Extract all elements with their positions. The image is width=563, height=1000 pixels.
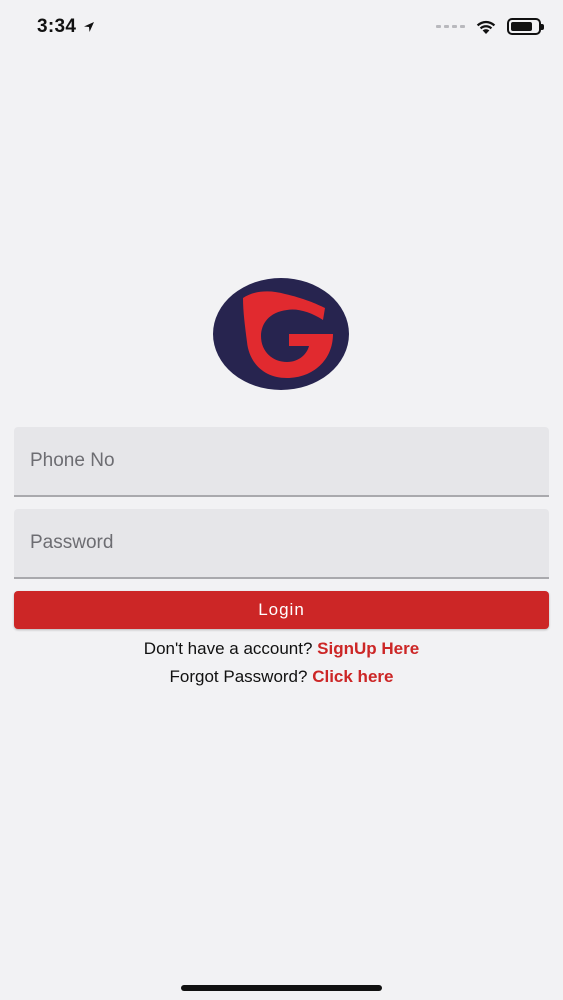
password-input[interactable] xyxy=(14,509,549,577)
home-indicator[interactable] xyxy=(181,985,382,991)
status-bar: 3:34 xyxy=(0,0,563,56)
cellular-signal-icon xyxy=(436,25,465,28)
location-arrow-icon xyxy=(84,22,95,32)
forgot-password-line: Forgot Password? Click here xyxy=(0,667,563,687)
app-logo xyxy=(213,278,349,390)
signup-prompt: Don't have a account? xyxy=(143,639,313,658)
wifi-icon xyxy=(476,20,496,34)
phone-field-container xyxy=(14,427,549,497)
status-time-group: 3:34 xyxy=(37,16,96,38)
status-indicators xyxy=(436,18,544,35)
forgot-password-prompt: Forgot Password? xyxy=(169,667,308,686)
status-time: 3:34 xyxy=(37,16,77,37)
signup-link[interactable]: SignUp Here xyxy=(317,639,419,658)
forgot-password-link[interactable]: Click here xyxy=(312,667,393,686)
password-field-container xyxy=(14,509,549,579)
login-button[interactable]: Login xyxy=(14,591,549,629)
phone-input[interactable] xyxy=(14,427,549,495)
signup-line: Don't have a account? SignUp Here xyxy=(0,639,563,659)
battery-icon xyxy=(507,18,544,35)
